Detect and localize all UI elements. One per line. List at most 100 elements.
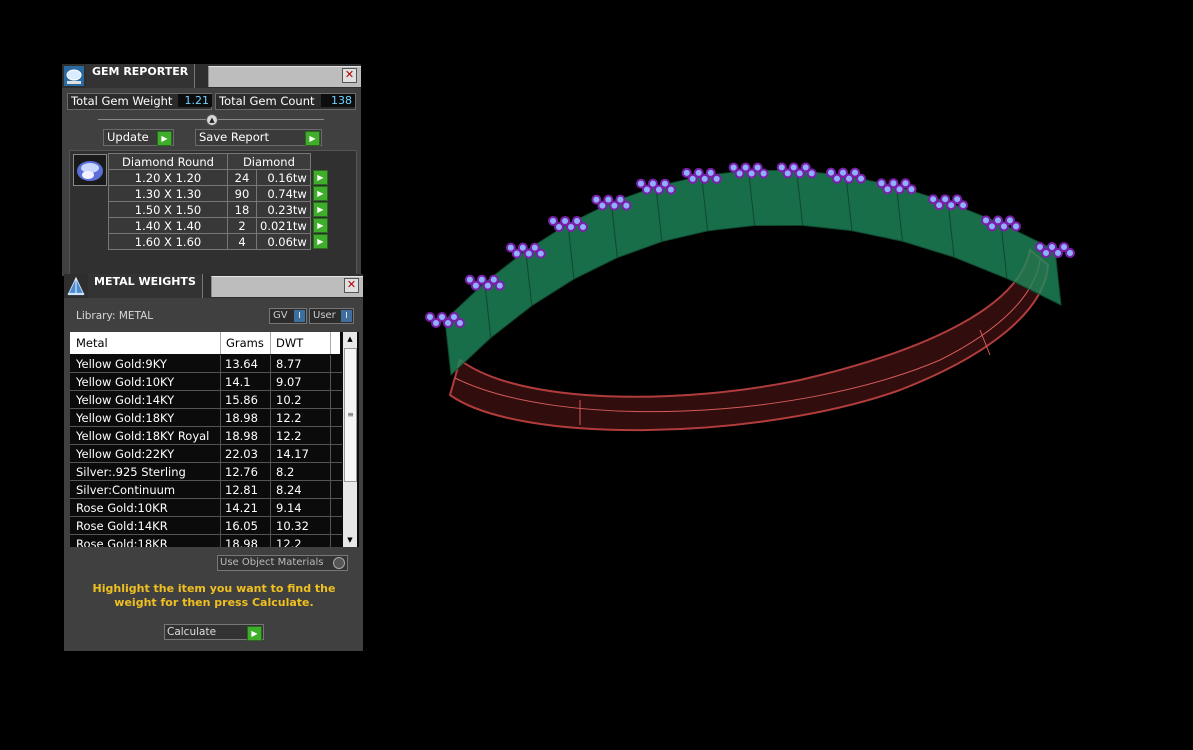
- metal-name: Rose Gold:14KR: [76, 519, 168, 533]
- gem-weight: 0.16tw: [256, 169, 311, 186]
- metal-grams: 22.03: [225, 447, 258, 461]
- gem-setting: [444, 281, 492, 377]
- diamond-stone: [535, 248, 546, 259]
- radio-icon[interactable]: [333, 557, 345, 569]
- diamond-stone: [578, 221, 589, 232]
- metal-list-header: Metal Grams DWT: [70, 332, 340, 354]
- gem-size: 1.60 X 1.60: [108, 233, 228, 250]
- metal-row[interactable]: Silver:Continuum 12.81 8.24: [70, 481, 342, 499]
- metal-grams: 12.81: [225, 483, 258, 497]
- user-toggle[interactable]: User I: [309, 308, 354, 324]
- col-dwt[interactable]: DWT: [276, 336, 303, 350]
- gem-table: Diamond Round Diamond 1.20 X 1.20 24 0.16t…: [108, 153, 330, 250]
- gem-size: 1.30 X 1.30: [108, 185, 228, 202]
- play-icon[interactable]: ▶: [312, 202, 328, 217]
- metal-row[interactable]: Yellow Gold:18KY 18.98 12.2: [70, 409, 342, 427]
- gem-setting: [484, 249, 533, 339]
- update-button[interactable]: Update ▶: [103, 129, 174, 146]
- metal-dwt: 8.2: [276, 465, 295, 479]
- play-icon[interactable]: ▶: [312, 234, 328, 249]
- gem-size: 1.40 X 1.40: [108, 217, 228, 234]
- ring-3d-model[interactable]: [380, 90, 1100, 470]
- diamond-stone: [621, 200, 632, 211]
- gem-row[interactable]: 1.40 X 1.40 2 0.021tw ▶: [108, 217, 330, 234]
- metal-grams: 13.64: [225, 357, 258, 371]
- gem-weight: 0.06tw: [256, 233, 311, 250]
- gem-list-area: Diamond Round Diamond 1.20 X 1.20 24 0.16t…: [69, 150, 357, 276]
- play-icon: ▶: [157, 131, 172, 146]
- metal-grams: 16.05: [225, 519, 258, 533]
- diamond-stone: [455, 318, 465, 328]
- total-gem-weight-value: 1.21: [178, 94, 212, 107]
- metal-row[interactable]: Yellow Gold:22KY 22.03 14.17: [70, 445, 342, 463]
- use-object-materials-option[interactable]: Use Object Materials: [217, 555, 348, 571]
- gem-row[interactable]: 1.20 X 1.20 24 0.16tw ▶: [108, 169, 330, 186]
- titlebar-strip: [208, 66, 361, 87]
- metal-dwt: 12.2: [276, 429, 302, 443]
- titlebar-strip: [211, 276, 363, 297]
- diamond-stone: [958, 200, 969, 211]
- gv-toggle[interactable]: GV I: [269, 308, 307, 324]
- gem-setting: [567, 201, 618, 280]
- metal-grams: 12.76: [225, 465, 258, 479]
- gem-weight: 0.23tw: [256, 201, 311, 218]
- calculate-label: Calculate: [167, 626, 217, 638]
- metal-list[interactable]: Metal Grams DWT Yellow Gold:9KY 13.64 8.77…: [70, 332, 359, 547]
- save-report-label: Save Report: [199, 130, 270, 144]
- gem-row[interactable]: 1.50 X 1.50 18 0.23tw ▶: [108, 201, 330, 218]
- metal-weights-panel: METAL WEIGHTS ✕ Library: METAL GV I User…: [64, 274, 363, 651]
- close-icon[interactable]: ✕: [342, 68, 357, 83]
- gem-size: 1.20 X 1.20: [108, 169, 228, 186]
- metal-name: Yellow Gold:18KY: [76, 411, 175, 425]
- scroll-down-icon[interactable]: ▼: [343, 533, 357, 547]
- gem-count: 2: [227, 217, 257, 234]
- metal-name: Silver:Continuum: [76, 483, 176, 497]
- metal-row[interactable]: Yellow Gold:18KY Royal 18.98 12.2: [70, 427, 342, 445]
- close-icon[interactable]: ✕: [344, 278, 359, 293]
- metal-dwt: 12.2: [276, 411, 302, 425]
- col-grams[interactable]: Grams: [226, 336, 264, 350]
- gem-row[interactable]: 1.30 X 1.30 90 0.74tw ▶: [108, 185, 330, 202]
- metal-grams: 15.86: [225, 393, 258, 407]
- gem-material-header: Diamond: [227, 153, 311, 170]
- play-icon: ▶: [247, 626, 262, 641]
- play-icon[interactable]: ▶: [312, 186, 328, 201]
- metal-dwt: 9.14: [276, 501, 302, 515]
- play-icon[interactable]: ▶: [312, 170, 328, 185]
- metal-row[interactable]: Yellow Gold:9KY 13.64 8.77: [70, 355, 342, 373]
- gem-row[interactable]: 1.60 X 1.60 4 0.06tw ▶: [108, 233, 330, 250]
- slider-handle-icon[interactable]: ▲: [206, 114, 218, 126]
- metal-list-scrollbar[interactable]: ▲ ≡ ▼: [343, 332, 357, 547]
- toggle-icon: I: [294, 310, 305, 322]
- scroll-up-icon[interactable]: ▲: [343, 332, 357, 346]
- gv-label: GV: [273, 310, 288, 321]
- calculate-button[interactable]: Calculate ▶: [164, 624, 264, 641]
- scroll-thumb[interactable]: ≡: [344, 348, 357, 482]
- col-metal[interactable]: Metal: [76, 336, 108, 350]
- gem-reporter-titlebar[interactable]: GEM REPORTER ✕: [62, 64, 361, 88]
- total-gem-count-value: 138: [321, 94, 355, 107]
- play-icon: ▶: [305, 131, 320, 146]
- scale-icon: [67, 276, 85, 296]
- metal-name: Rose Gold:18KR: [76, 537, 168, 547]
- metal-weights-titlebar[interactable]: METAL WEIGHTS ✕: [64, 274, 363, 298]
- user-label: User: [313, 310, 336, 321]
- diamond-stone: [806, 168, 817, 179]
- gem-count: 24: [227, 169, 257, 186]
- diamond-stone: [494, 280, 505, 291]
- metal-row[interactable]: Rose Gold:14KR 16.05 10.32: [70, 517, 342, 535]
- metal-name: Yellow Gold:14KY: [76, 393, 175, 407]
- metal-grams: 14.21: [225, 501, 258, 515]
- metal-row[interactable]: Rose Gold:18KR 18.98 12.2: [70, 535, 342, 547]
- metal-row[interactable]: Yellow Gold:10KY 14.1 9.07: [70, 373, 342, 391]
- save-report-button[interactable]: Save Report ▶: [195, 129, 322, 146]
- play-icon[interactable]: ▶: [312, 218, 328, 233]
- metal-grams: 18.98: [225, 429, 258, 443]
- metal-dwt: 8.77: [276, 357, 302, 371]
- gem-count: 90: [227, 185, 257, 202]
- metal-name: Rose Gold:10KR: [76, 501, 168, 515]
- metal-row[interactable]: Yellow Gold:14KY 15.86 10.2: [70, 391, 342, 409]
- metal-row[interactable]: Rose Gold:10KR 14.21 9.14: [70, 499, 342, 517]
- metal-dwt: 14.17: [276, 447, 309, 461]
- metal-row[interactable]: Silver:.925 Sterling 12.76 8.2: [70, 463, 342, 481]
